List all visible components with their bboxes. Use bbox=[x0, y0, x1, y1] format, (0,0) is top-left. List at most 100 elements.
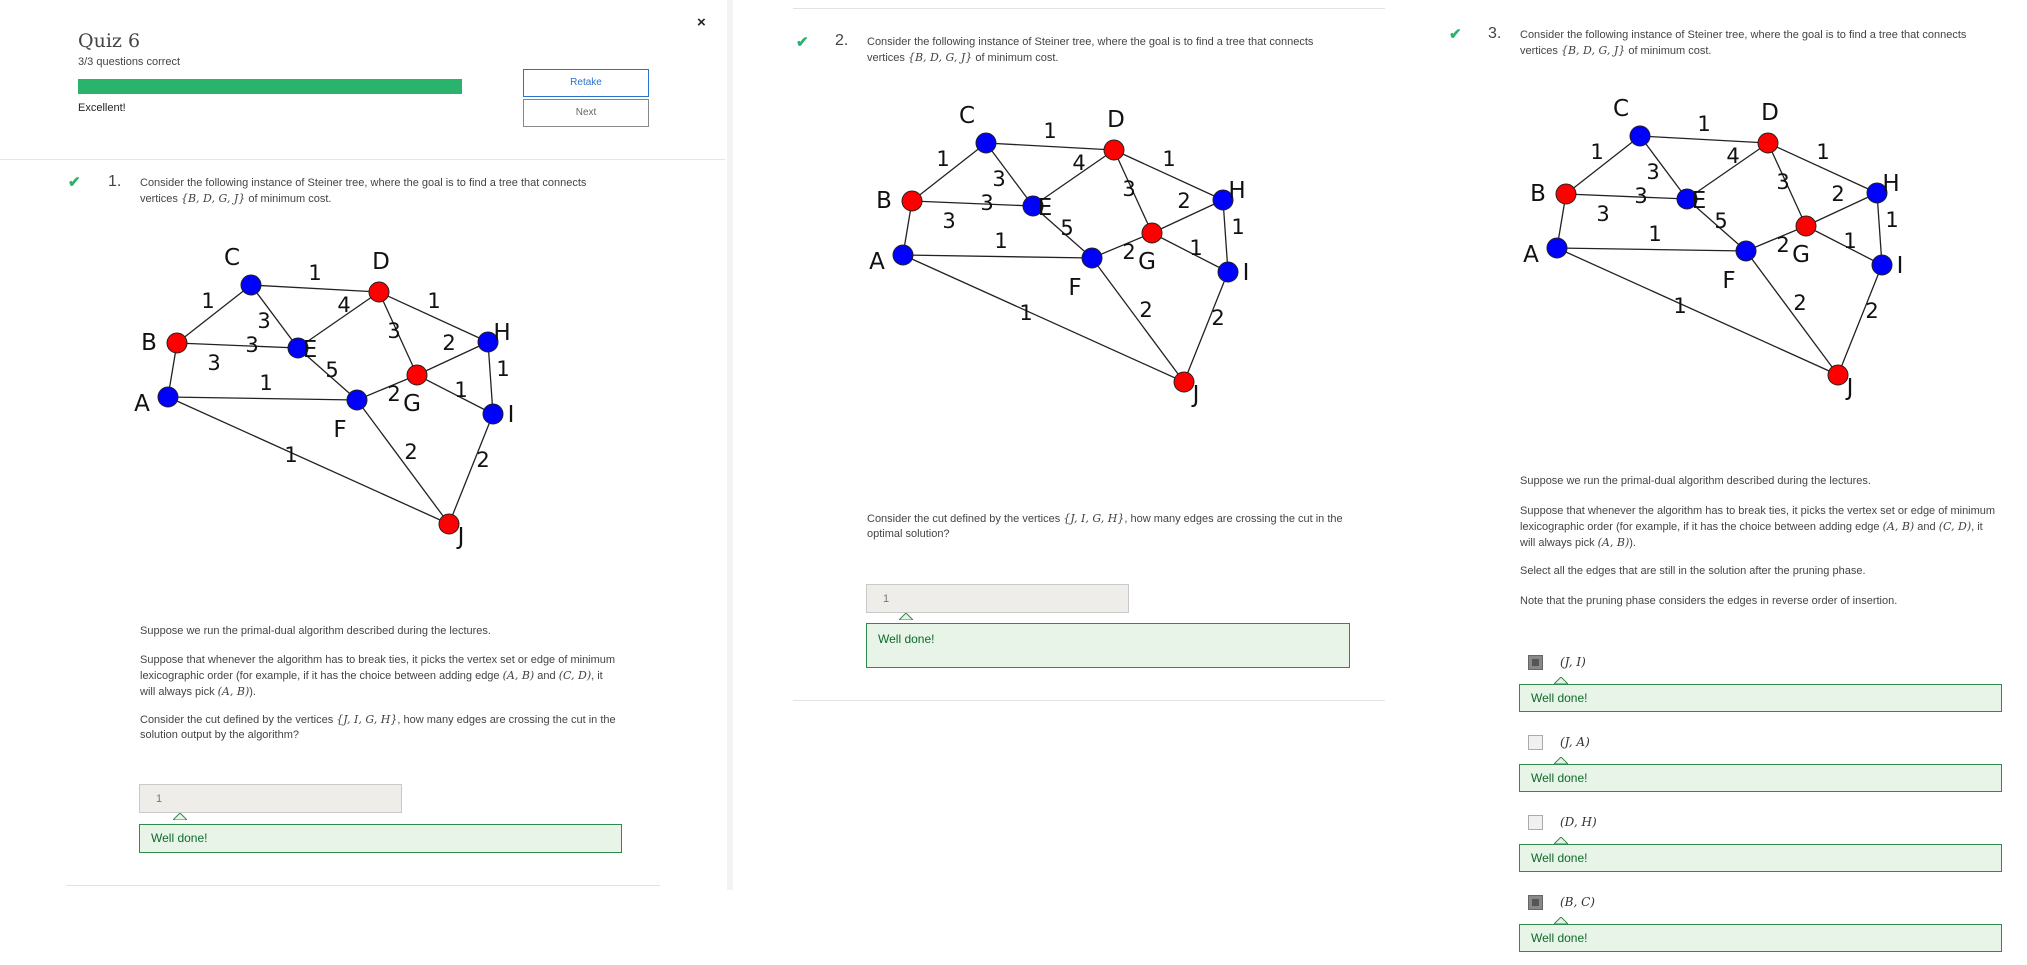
edge-weight-CD: 1 bbox=[1697, 112, 1710, 136]
vertex-B bbox=[1555, 183, 1577, 205]
vertex-label-I: I bbox=[508, 402, 515, 428]
edge-CD bbox=[250, 284, 380, 293]
vertex-J bbox=[438, 513, 460, 535]
edge-weight-FJ: 2 bbox=[404, 440, 417, 464]
edge-BE bbox=[911, 200, 1034, 207]
edge-weight-DE: 4 bbox=[1072, 151, 1085, 175]
question-paragraph: Consider the cut defined by the vertices… bbox=[867, 512, 1343, 540]
option-feedback: Well done! bbox=[1519, 684, 2002, 712]
edge-weight-AJ: 1 bbox=[284, 443, 297, 467]
edge-FJ bbox=[1091, 257, 1185, 383]
edge-AF bbox=[167, 396, 358, 401]
answer-input[interactable]: 1 bbox=[866, 584, 1129, 613]
vertex-D bbox=[368, 281, 390, 303]
vertex-B bbox=[901, 190, 923, 212]
retake-button[interactable]: Retake bbox=[523, 69, 649, 97]
edge-weight-AJ: 1 bbox=[1019, 301, 1032, 325]
edge-weight-BE: 3 bbox=[1634, 184, 1647, 208]
feedback-caret bbox=[1554, 757, 1568, 764]
question-paragraph-3: Consider the cut defined by the vertices… bbox=[140, 713, 616, 741]
next-button[interactable]: Next bbox=[523, 99, 649, 127]
answer-input[interactable]: 1 bbox=[139, 784, 402, 813]
vertex-label-C: C bbox=[1613, 96, 1629, 122]
option-checkbox[interactable] bbox=[1528, 895, 1543, 910]
vertex-label-I: I bbox=[1243, 260, 1250, 286]
question-paragraph-1: Suppose we run the primal-dual algorithm… bbox=[1520, 475, 1871, 487]
question-number: 2. bbox=[835, 32, 849, 49]
vertex-label-A: A bbox=[869, 249, 885, 275]
vertex-label-F: F bbox=[333, 417, 346, 443]
feedback-caret bbox=[1554, 677, 1568, 684]
edge-weight-GI: 1 bbox=[454, 378, 467, 402]
vertex-C bbox=[240, 274, 262, 296]
question-intro: Consider the following instance of Stein… bbox=[1520, 29, 1967, 57]
edge-CD bbox=[985, 142, 1115, 151]
edge-weight-HI: 1 bbox=[1231, 215, 1244, 239]
vertex-label-E: E bbox=[303, 337, 318, 363]
vertex-label-I: I bbox=[1897, 253, 1904, 279]
edge-BE bbox=[1565, 193, 1688, 200]
vertex-label-J: J bbox=[1191, 382, 1200, 408]
edge-weight-EF: 5 bbox=[1060, 216, 1073, 240]
quiz-progress-fill bbox=[78, 79, 462, 94]
vertex-label-D: D bbox=[1107, 107, 1125, 133]
edge-weight-GI: 1 bbox=[1189, 236, 1202, 260]
steiner-graph: 113334315212111 2 2C DB EGHAFIJ bbox=[134, 245, 515, 550]
feedback-correct: Well done! bbox=[139, 824, 622, 853]
vertex-label-J: J bbox=[1845, 375, 1854, 401]
vertex-I bbox=[1871, 254, 1893, 276]
option-checkbox[interactable] bbox=[1528, 735, 1543, 750]
quiz-panel-question-3: ✔ 3. Consider the following instance of … bbox=[1390, 0, 2027, 965]
option-label: (B, C) bbox=[1560, 895, 1595, 909]
edge-weight-IJ: 2 bbox=[1865, 299, 1878, 323]
edge-weight-HI: 1 bbox=[496, 357, 509, 381]
vertex-F bbox=[1081, 247, 1103, 269]
edge-weight-CD: 1 bbox=[308, 261, 321, 285]
vertex-G bbox=[1141, 222, 1163, 244]
question-intro: Consider the following instance of Stein… bbox=[867, 36, 1314, 64]
edge-weight-CE: 3 bbox=[257, 309, 270, 333]
edge-weight-DG: 3 bbox=[1122, 177, 1135, 201]
edge-weight-BA: 3 bbox=[1596, 202, 1609, 226]
edge-weight-BA: 3 bbox=[207, 351, 220, 375]
option-checkbox[interactable] bbox=[1528, 815, 1543, 830]
vertex-J bbox=[1827, 364, 1849, 386]
edge-weight-EF: 5 bbox=[1714, 209, 1727, 233]
vertex-label-D: D bbox=[372, 249, 390, 275]
quiz-title: Quiz 6 bbox=[78, 30, 141, 52]
edge-weight-FJ: 2 bbox=[1139, 298, 1152, 322]
vertex-label-G: G bbox=[1792, 242, 1810, 268]
vertex-B bbox=[166, 332, 188, 354]
vertex-C bbox=[1629, 125, 1651, 147]
quiz-progress-bar bbox=[78, 79, 462, 94]
edge-weight-CB: 1 bbox=[936, 147, 949, 171]
edge-weight-CB: 1 bbox=[201, 289, 214, 313]
question-paragraph-2: Suppose that whenever the algorithm has … bbox=[140, 654, 616, 698]
vertex-label-H: H bbox=[1882, 171, 1899, 197]
question-number: 1. bbox=[108, 173, 122, 190]
edge-weight-AF: 1 bbox=[259, 371, 272, 395]
edge-weight-AJ: 1 bbox=[1673, 294, 1686, 318]
vertex-label-D: D bbox=[1761, 100, 1779, 126]
feedback-caret bbox=[1554, 837, 1568, 844]
vertex-label-B: B bbox=[1530, 181, 1546, 207]
question-paragraph-4: Note that the pruning phase considers th… bbox=[1520, 595, 1898, 607]
close-icon[interactable]: × bbox=[697, 14, 706, 31]
quiz-panel-question-1: Quiz 6 3/3 questions correct Excellent! … bbox=[0, 0, 730, 890]
edge-weight-AF: 1 bbox=[1648, 222, 1661, 246]
edge-weight-GF: 2 bbox=[1122, 240, 1135, 264]
edge-weight-DE: 4 bbox=[1726, 144, 1739, 168]
divider bbox=[66, 885, 660, 886]
feedback-correct: Well done! bbox=[866, 623, 1350, 668]
edge-weight-EF: 5 bbox=[325, 358, 338, 382]
edge-weight-BE: 3 bbox=[980, 191, 993, 215]
edge-AF bbox=[1556, 247, 1747, 252]
option-label: (J, I) bbox=[1560, 655, 1586, 669]
vertex-label-C: C bbox=[959, 103, 975, 129]
edge-weight-IJ: 2 bbox=[476, 448, 489, 472]
option-checkbox[interactable] bbox=[1528, 655, 1543, 670]
vertex-label-J: J bbox=[456, 524, 465, 550]
vertex-label-G: G bbox=[1138, 249, 1156, 275]
edge-AF bbox=[902, 254, 1093, 259]
divider bbox=[793, 8, 1385, 9]
